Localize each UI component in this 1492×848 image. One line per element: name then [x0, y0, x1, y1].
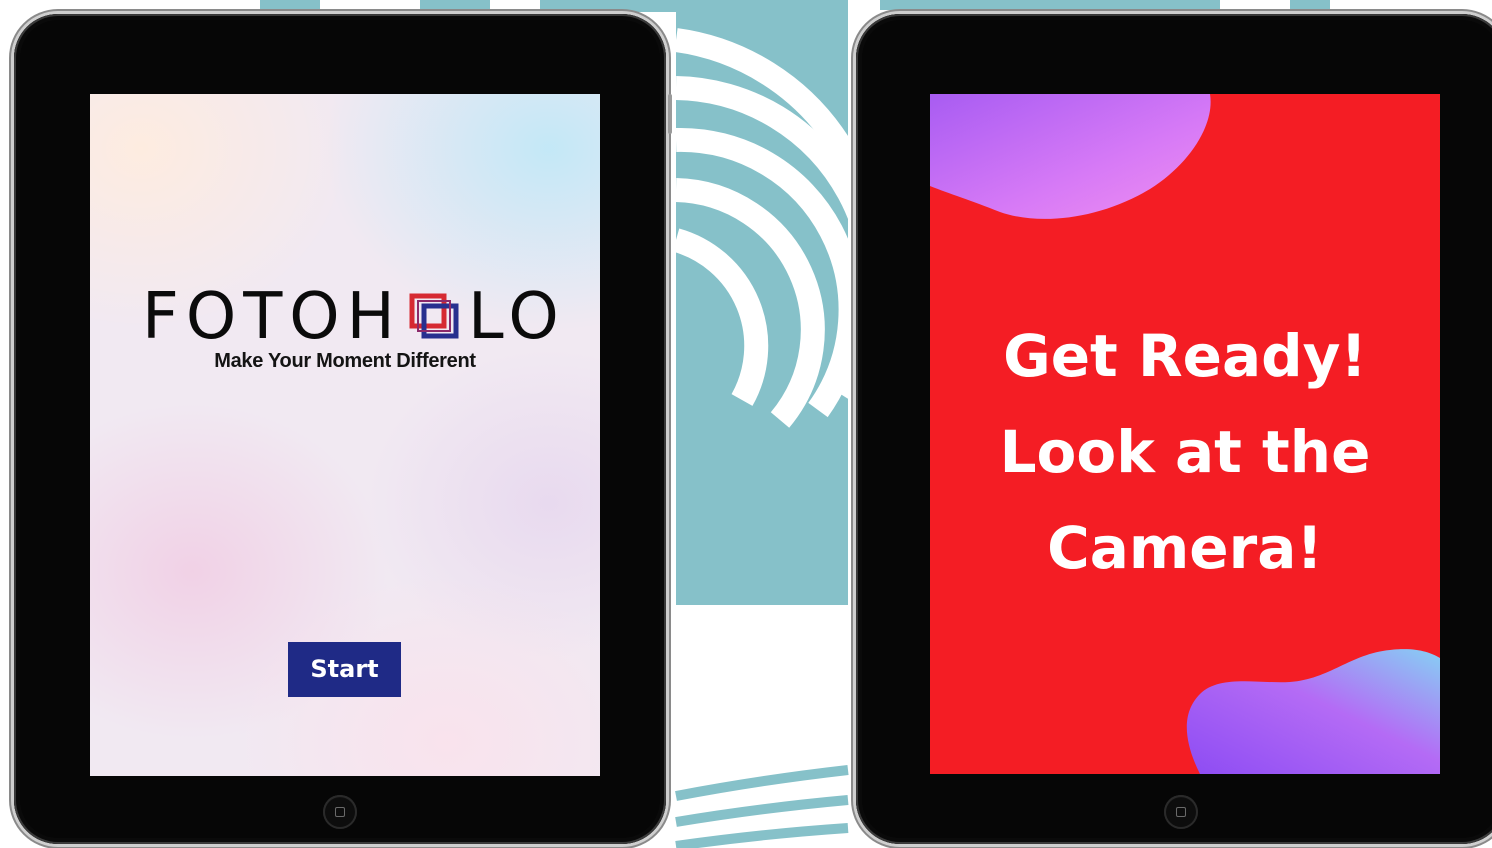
stage: FOTOH LO Make Your Moment Different Star… — [0, 0, 1492, 848]
home-button-icon[interactable] — [1164, 795, 1198, 829]
decorative-blob-bottom — [1186, 649, 1440, 774]
decorative-blob-top — [930, 94, 1211, 219]
home-button-icon[interactable] — [323, 795, 357, 829]
message-line-2: Look at the — [999, 418, 1371, 486]
start-button[interactable]: Start — [288, 642, 401, 697]
message-line-3: Camera! — [1047, 514, 1323, 582]
get-ready-message: Get Ready! Look at the Camera! — [930, 308, 1440, 596]
overlapping-squares-icon — [409, 293, 459, 339]
get-ready-screen: Get Ready! Look at the Camera! — [930, 94, 1440, 774]
side-button — [668, 94, 672, 134]
logo-text-right: LO — [468, 280, 566, 354]
message-line-1: Get Ready! — [1003, 322, 1367, 390]
fotoholo-logo: FOTOH LO — [90, 282, 600, 352]
left-tablet: FOTOH LO Make Your Moment Different Star… — [14, 14, 672, 844]
logo-tagline: Make Your Moment Different — [214, 350, 476, 372]
logo-text-left: FOTOH — [142, 280, 402, 354]
welcome-screen: FOTOH LO Make Your Moment Different Star… — [90, 94, 600, 776]
right-tablet: Get Ready! Look at the Camera! — [856, 14, 1492, 844]
